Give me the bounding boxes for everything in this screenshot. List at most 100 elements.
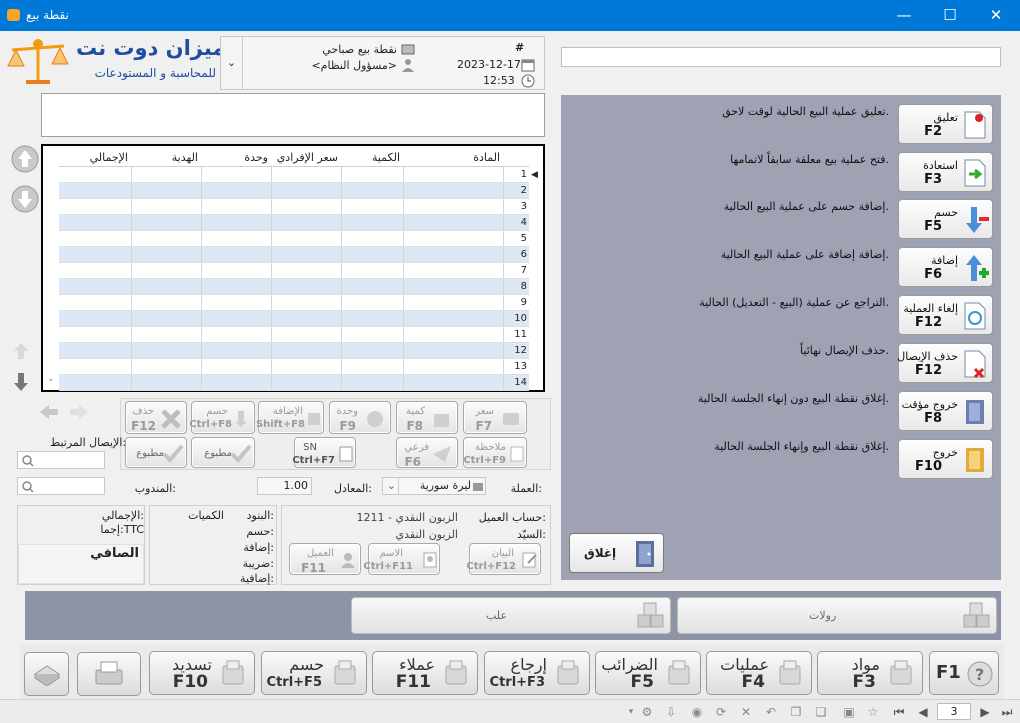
table-cell[interactable] [403,294,504,311]
table-cell[interactable] [341,166,404,183]
table-cell[interactable] [341,198,404,215]
table-cell[interactable] [341,358,404,375]
table-cell[interactable] [59,262,132,279]
table-cell[interactable] [403,278,504,295]
column-gift[interactable]: الهدية [131,150,201,167]
table-cell[interactable] [131,342,202,359]
currency-select[interactable]: ⌄ ليرة سورية [382,477,486,495]
save-icon[interactable]: ▣ [842,705,856,719]
table-cell[interactable] [59,294,132,311]
table-cell[interactable] [341,310,404,327]
note-button[interactable]: ملاحظة Ctrl+F9 [463,437,527,468]
delete-receipt-button[interactable]: حذف الإيصال F12 [897,343,993,383]
table-cell[interactable] [271,294,342,311]
table-cell[interactable] [59,342,132,359]
table-cell[interactable] [271,230,342,247]
table-cell[interactable] [341,326,404,343]
table-row[interactable]: 5 [59,230,529,247]
table-cell[interactable] [201,230,272,247]
table-cell[interactable] [341,214,404,231]
next-page-icon[interactable]: ▶ [978,705,992,719]
forward-arrow-icon[interactable] [68,403,90,421]
table-cell[interactable] [271,246,342,263]
items-grid[interactable]: ◀ الإجمالي الهدية وحدة سعر الإفرادي الكم… [41,144,545,392]
table-cell[interactable] [131,310,202,327]
table-cell[interactable] [201,310,272,327]
table-cell[interactable] [201,294,272,311]
close-window-button[interactable]: ✕ [973,0,1019,31]
table-cell[interactable] [201,262,272,279]
table-cell[interactable] [201,246,272,263]
table-cell[interactable] [201,374,272,391]
table-cell[interactable] [271,166,342,183]
table-row[interactable]: 8 [59,278,529,295]
cancel-icon[interactable]: ✕ [739,705,753,719]
table-row[interactable]: 14 [59,374,529,391]
table-row[interactable]: 13 [59,358,529,375]
notes-box[interactable] [41,93,545,137]
table-cell[interactable] [59,358,132,375]
table-cell[interactable] [341,262,404,279]
table-cell[interactable] [403,166,504,183]
table-cell[interactable] [131,166,202,183]
table-cell[interactable] [341,182,404,199]
table-cell[interactable] [131,326,202,343]
table-cell[interactable] [59,182,132,199]
scroll-chevron-icon[interactable]: ⌄ [47,374,55,384]
table-cell[interactable] [131,214,202,231]
discount-button[interactable]: حسم Ctrl+F5 [261,651,367,695]
table-cell[interactable] [59,326,132,343]
minimize-button[interactable]: — [881,0,927,31]
table-cell[interactable] [403,342,504,359]
first-page-icon[interactable]: ⏮ [892,705,906,719]
table-row[interactable]: 2 [59,182,529,199]
column-quantity[interactable]: الكمية [341,150,403,167]
sn-button[interactable]: SN Ctrl+F7 [292,437,356,468]
table-cell[interactable] [341,374,404,391]
table-cell[interactable] [403,358,504,375]
table-cell[interactable] [131,246,202,263]
table-row[interactable]: 9 [59,294,529,311]
table-cell[interactable] [403,310,504,327]
table-cell[interactable] [271,342,342,359]
move-up-icon[interactable] [12,342,30,360]
suspend-button[interactable]: تعليق F2 [898,104,993,144]
table-cell[interactable] [59,198,132,215]
table-cell[interactable] [201,326,272,343]
back-arrow-icon[interactable] [38,403,60,421]
table-cell[interactable] [131,374,202,391]
table-cell[interactable] [403,374,504,391]
view-icon[interactable]: ◉ [690,705,704,719]
table-cell[interactable] [131,278,202,295]
table-cell[interactable] [271,358,342,375]
table-cell[interactable] [59,166,132,183]
items-button[interactable]: مواد F3 [817,651,923,695]
printed-button-1[interactable]: مطبوع [191,437,255,468]
table-cell[interactable] [341,230,404,247]
table-cell[interactable] [403,262,504,279]
table-cell[interactable] [271,182,342,199]
table-cell[interactable] [341,294,404,311]
table-cell[interactable] [271,374,342,391]
sort-icon[interactable]: ⇩ [664,705,678,719]
unit-button[interactable]: وحدة F9 [329,401,391,434]
table-cell[interactable] [131,230,202,247]
table-row[interactable]: 1 [59,166,529,183]
discount-button[interactable]: حسم F5 [898,199,993,239]
table-cell[interactable] [201,278,272,295]
exit-button[interactable]: خروج F10 [898,439,993,479]
table-cell[interactable] [131,182,202,199]
restore-button[interactable]: استعادة F3 [898,152,993,192]
addition-button[interactable]: الإضافة Shift+F8 [256,401,324,434]
table-cell[interactable] [341,342,404,359]
exchange-rate-input[interactable]: 1.00 [257,477,312,495]
help-button[interactable]: F1? [929,651,999,695]
close-button[interactable]: إغلاق [569,533,664,573]
copy-icon[interactable]: ❐ [789,705,803,719]
category-boxes-button[interactable]: علب [351,597,671,634]
table-cell[interactable] [131,294,202,311]
table-cell[interactable] [59,214,132,231]
table-cell[interactable] [341,278,404,295]
category-rolls-button[interactable]: رولات [677,597,997,634]
table-row[interactable]: 10 [59,310,529,327]
